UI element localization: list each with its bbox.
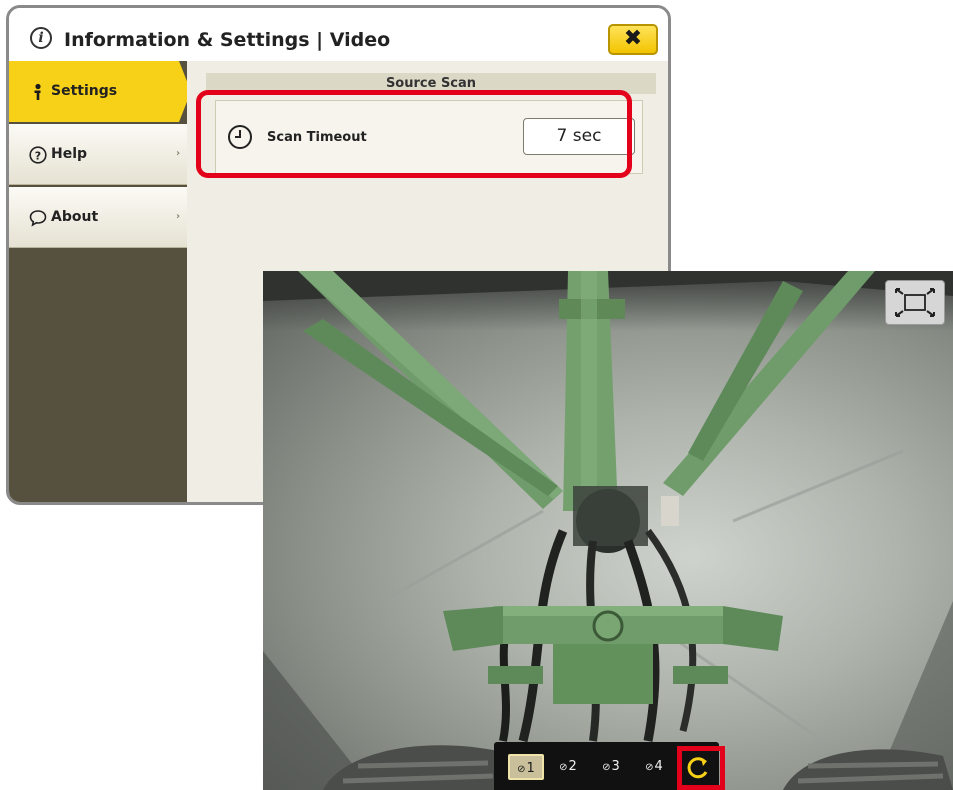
sidebar-item-about[interactable]: About ›: [9, 187, 187, 248]
camera-image: [263, 271, 953, 790]
camera-number: 2: [568, 759, 577, 774]
camera-icon: ⊘: [602, 762, 611, 773]
camera-icon: ⊘: [517, 764, 526, 775]
close-button[interactable]: ✖: [608, 24, 658, 55]
camera-icon: ⊘: [645, 762, 654, 773]
camera-number: 1: [526, 761, 535, 776]
question-circle-icon: ?: [29, 146, 47, 164]
expand-fullscreen-icon: [895, 288, 935, 317]
sidebar-item-settings[interactable]: Settings: [9, 61, 191, 122]
camera-4-button[interactable]: ⊘4: [636, 754, 672, 780]
camera-1-button[interactable]: ⊘1: [508, 754, 544, 780]
chevron-right-icon: ›: [176, 148, 181, 159]
camera-number: 3: [611, 759, 620, 774]
svg-text:?: ?: [35, 149, 41, 162]
camera-icon: ⊘: [559, 762, 568, 773]
scan-highlight-box: [677, 746, 725, 790]
sidebar-item-label: About: [51, 209, 99, 225]
camera-number: 4: [654, 759, 663, 774]
camera-3-button[interactable]: ⊘3: [593, 754, 629, 780]
camera-view: ⊘1 ⊘2 ⊘3 ⊘4: [263, 271, 953, 790]
speech-bubble-icon: [29, 210, 47, 227]
expand-button[interactable]: [885, 280, 945, 325]
title-bar: i Information & Settings | Video ✖: [9, 8, 668, 62]
person-info-icon: [34, 83, 41, 100]
info-icon: i: [30, 27, 52, 49]
window-title: Information & Settings | Video: [64, 29, 391, 51]
sidebar-item-help[interactable]: ? Help ›: [9, 124, 187, 185]
camera-2-button[interactable]: ⊘2: [550, 754, 586, 780]
chevron-right-icon: ›: [176, 211, 181, 222]
sidebar-item-label: Help: [51, 146, 88, 162]
sidebar-item-label: Settings: [51, 83, 118, 99]
highlight-box: [196, 90, 632, 178]
sidebar: Settings ? Help › About ›: [9, 61, 191, 502]
